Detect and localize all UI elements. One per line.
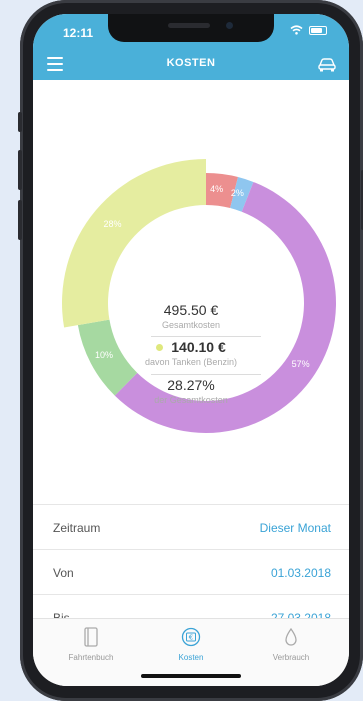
status-bar: 12:11 bbox=[33, 14, 349, 48]
battery-icon bbox=[309, 25, 327, 35]
period-row[interactable]: Zeitraum Dieser Monat bbox=[33, 504, 349, 549]
volume-up-button bbox=[18, 150, 22, 190]
fuel-share-label: der Gesamtkosten bbox=[154, 395, 228, 405]
fuel-share-value: 28.27% bbox=[167, 377, 215, 393]
period-value[interactable]: Dieser Monat bbox=[260, 521, 331, 535]
cost-donut-chart[interactable] bbox=[33, 80, 349, 504]
tab-costs[interactable]: € Kosten bbox=[151, 625, 231, 662]
car-icon[interactable] bbox=[317, 55, 337, 73]
divider bbox=[151, 336, 261, 337]
logbook-icon bbox=[84, 627, 98, 647]
volume-down-button bbox=[18, 200, 22, 240]
page-title: KOSTEN bbox=[166, 57, 216, 69]
app-screen: 12:11 KOSTEN 4% 2% 57% 10% 28% 495.50 € … bbox=[33, 14, 349, 686]
donut-slice-label-1: 2% bbox=[230, 188, 244, 199]
tab-costs-label: Kosten bbox=[178, 653, 204, 662]
from-date-value[interactable]: 01.03.2018 bbox=[271, 566, 331, 580]
notch bbox=[108, 14, 274, 42]
wifi-icon bbox=[290, 25, 303, 35]
svg-text:€: € bbox=[189, 634, 193, 642]
drop-icon bbox=[285, 627, 297, 646]
mute-switch bbox=[18, 112, 22, 132]
front-camera bbox=[226, 22, 233, 29]
tab-consumption[interactable]: Verbrauch bbox=[251, 625, 331, 662]
fuel-color-dot bbox=[156, 343, 164, 351]
fuel-cost-amount: 140.10 € bbox=[171, 339, 226, 355]
period-label: Zeitraum bbox=[53, 521, 101, 535]
donut-slice-label-4: 28% bbox=[103, 219, 122, 230]
tab-consumption-label: Verbrauch bbox=[272, 653, 310, 662]
euro-icon: € bbox=[181, 627, 201, 647]
tab-logbook[interactable]: Fahrtenbuch bbox=[51, 625, 131, 662]
tab-logbook-label: Fahrtenbuch bbox=[68, 653, 114, 662]
status-time: 12:11 bbox=[63, 26, 94, 40]
home-indicator[interactable] bbox=[141, 674, 241, 678]
total-cost-value: 495.50 € bbox=[163, 302, 219, 318]
speaker bbox=[168, 23, 210, 28]
divider bbox=[151, 374, 261, 375]
from-date-row[interactable]: Von 01.03.2018 bbox=[33, 549, 349, 594]
total-cost-label: Gesamtkosten bbox=[161, 320, 221, 330]
donut-slice-label-0: 4% bbox=[210, 183, 224, 194]
fuel-cost-label: davon Tanken (Benzin) bbox=[145, 357, 237, 367]
fuel-cost-value: 140.10 € bbox=[33, 339, 349, 355]
status-icons bbox=[290, 25, 327, 35]
from-date-label: Von bbox=[53, 566, 74, 580]
cost-chart-area: 4% 2% 57% 10% 28% 495.50 € Gesamtkosten 140.… bbox=[33, 80, 349, 504]
app-header: KOSTEN bbox=[33, 48, 349, 80]
